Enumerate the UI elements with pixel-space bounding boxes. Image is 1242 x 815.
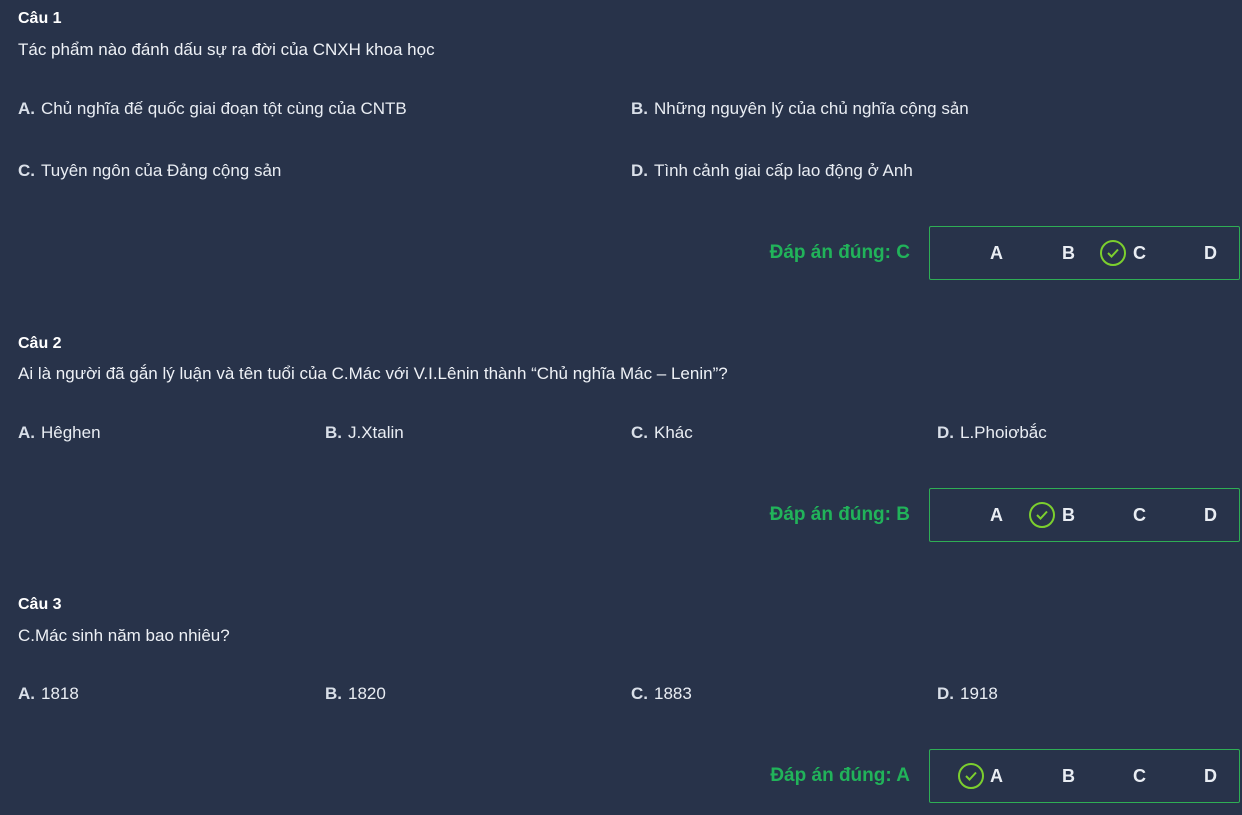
check-circle-icon: [958, 763, 984, 789]
choice-a[interactable]: A: [990, 750, 1003, 802]
choice-a[interactable]: A: [990, 489, 1003, 541]
option-text: J.Xtalin: [348, 423, 404, 442]
option-b: B. J.Xtalin: [325, 423, 404, 443]
option-letter: B.: [325, 684, 342, 703]
answer-choices: A B C D: [929, 488, 1240, 542]
option-text: 1918: [960, 684, 998, 703]
choice-c[interactable]: C: [1133, 489, 1146, 541]
correct-answer-label: Đáp án đúng: B: [769, 504, 910, 525]
question-3: Câu 3 C.Mác sinh năm bao nhiêu? A. 1818 B…: [0, 0, 1242, 803]
choice-b[interactable]: B: [1062, 489, 1075, 541]
choice-d[interactable]: D: [1204, 489, 1217, 541]
question-label: Câu 3: [18, 596, 62, 613]
option-c: C. 1883: [631, 684, 692, 704]
option-d: D. L.Phoiơbắc: [937, 423, 1047, 443]
option-text: L.Phoiơbắc: [960, 423, 1047, 442]
option-b: B. 1820: [325, 684, 386, 704]
option-d: D. 1918: [937, 684, 998, 704]
option-a: A. 1818: [18, 684, 79, 704]
choice-d[interactable]: D: [1204, 750, 1217, 802]
choice-c[interactable]: C: [1133, 750, 1146, 802]
option-text: 1820: [348, 684, 386, 703]
check-circle-icon: [1029, 502, 1055, 528]
quiz-page: Câu 1 Tác phẩm nào đánh dấu sự ra đời củ…: [0, 0, 1242, 815]
option-a: A. Hêghen: [18, 423, 101, 443]
question-label: Câu 2: [18, 335, 62, 352]
option-text: 1818: [41, 684, 79, 703]
option-letter: A.: [18, 423, 35, 442]
option-letter: D.: [937, 423, 954, 442]
option-letter: D.: [937, 684, 954, 703]
option-text: Khác: [654, 423, 693, 442]
choice-b[interactable]: B: [1062, 750, 1075, 802]
option-letter: C.: [631, 684, 648, 703]
question-text: Ai là người đã gắn lý luận và tên tuổi c…: [18, 364, 728, 383]
option-text: 1883: [654, 684, 692, 703]
option-letter: A.: [18, 684, 35, 703]
answer-choices: A B C D: [929, 749, 1240, 803]
option-text: Hêghen: [41, 423, 101, 442]
option-letter: C.: [631, 423, 648, 442]
option-c: C. Khác: [631, 423, 693, 443]
correct-answer-label: Đáp án đúng: A: [770, 765, 910, 786]
question-text: C.Mác sinh năm bao nhiêu?: [18, 626, 230, 645]
option-letter: B.: [325, 423, 342, 442]
